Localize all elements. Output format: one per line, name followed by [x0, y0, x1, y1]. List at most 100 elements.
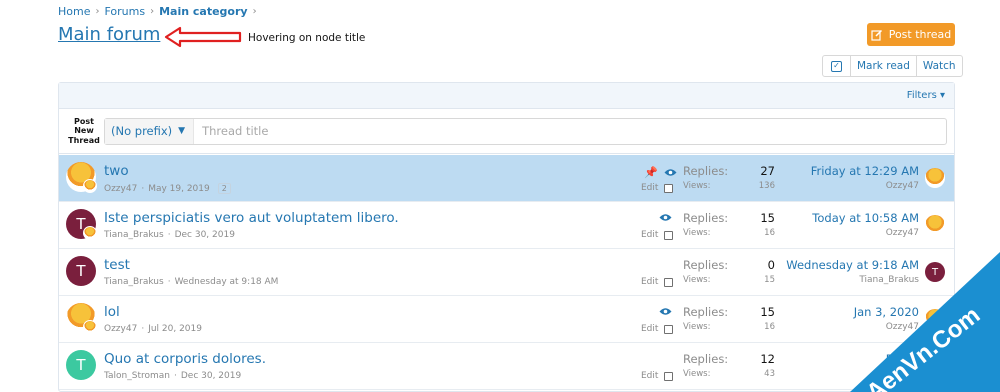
thread-date[interactable]: Dec 30, 2019	[175, 230, 235, 240]
prefix-select[interactable]: (No prefix) ▼	[105, 118, 195, 144]
select-toggle-button[interactable]: ✓	[823, 56, 850, 76]
last-post-avatar[interactable]: T	[925, 262, 945, 282]
views-count: 16	[764, 228, 775, 238]
replies-label: Replies:	[683, 211, 729, 225]
thread-meta: Ozzy47 · Jul 20, 2019	[104, 324, 202, 334]
last-post-date[interactable]: Wednesday at 9:18 AM	[786, 258, 919, 272]
forum-actions: ✓ Mark read Watch	[822, 55, 963, 77]
thread-stats: Replies: 15 Views: 16	[683, 305, 775, 332]
watch-button[interactable]: Watch	[915, 56, 962, 76]
chevron-right-icon: ›	[150, 6, 155, 17]
filter-bar: Filters ▾	[59, 83, 954, 109]
thread-title-field[interactable]: (No prefix) ▼ Thread title	[104, 117, 947, 145]
edit-link[interactable]: Edit	[641, 183, 658, 193]
mark-read-button[interactable]: Mark read	[850, 56, 916, 76]
select-checkbox[interactable]	[664, 230, 674, 240]
thread-author[interactable]: Ozzy47	[104, 184, 137, 194]
last-post-avatar[interactable]	[925, 356, 945, 376]
thread-date[interactable]: May 19, 2019	[148, 184, 210, 194]
edit-link[interactable]: Edit	[641, 277, 658, 287]
replies-count: 15	[760, 211, 775, 225]
edit-controls: Edit	[641, 277, 674, 287]
views-label: Views:	[683, 181, 711, 191]
post-thread-button[interactable]: Post thread	[867, 23, 955, 46]
breadcrumb-home[interactable]: Home	[58, 5, 90, 18]
chevron-right-icon: ›	[95, 6, 100, 17]
page-link[interactable]: 2	[217, 183, 231, 194]
pin-icon: 📌	[644, 166, 658, 179]
edit-link[interactable]: Edit	[641, 371, 658, 381]
thread-meta: Tiana_Brakus · Dec 30, 2019	[104, 230, 235, 240]
thread-date[interactable]: Dec 30, 2019	[181, 371, 241, 381]
filters-button[interactable]: Filters ▾	[907, 90, 945, 101]
edit-controls: Edit	[641, 183, 674, 193]
edit-controls: Edit	[641, 230, 674, 240]
last-post-user[interactable]: Ozzy47	[812, 228, 919, 238]
last-post-avatar[interactable]	[925, 309, 945, 329]
thread-row[interactable]: T Quo at corporis dolores. Talon_Stroman…	[59, 343, 954, 390]
thread-title[interactable]: test	[104, 257, 130, 273]
edit-link[interactable]: Edit	[641, 324, 658, 334]
replies-label: Replies:	[683, 352, 729, 366]
thread-stats: Replies: 12 Views: 43	[683, 352, 775, 379]
thread-row[interactable]: T test Tiana_Brakus · Wednesday at 9:18 AM…	[59, 249, 954, 296]
views-count: 136	[758, 181, 775, 191]
last-post-user[interactable]: Lail	[886, 369, 919, 379]
thread-stats: Replies: 27 Views: 136	[683, 164, 775, 191]
thread-meta: Tiana_Brakus · Wednesday at 9:18 AM	[104, 277, 279, 287]
avatar-small	[83, 179, 97, 193]
views-label: Views:	[683, 369, 711, 379]
page-title[interactable]: Main forum	[58, 24, 160, 45]
select-checkbox[interactable]	[664, 324, 674, 334]
thread-title-placeholder[interactable]: Thread title	[194, 124, 268, 138]
thread-date[interactable]: Wednesday at 9:18 AM	[175, 277, 279, 287]
thread-date[interactable]: Jul 20, 2019	[148, 324, 202, 334]
last-post-date[interactable]: Jan 3, 2020	[854, 305, 919, 319]
select-checkbox[interactable]	[664, 183, 674, 193]
thread-row[interactable]: T Iste perspiciatis vero aut voluptatem …	[59, 202, 954, 249]
thread-meta: Ozzy47 · May 19, 2019 2	[104, 183, 231, 194]
last-post-date[interactable]: Friday at 12:29 AM	[811, 164, 919, 178]
last-post-date[interactable]: Dec 3	[886, 352, 919, 366]
edit-link[interactable]: Edit	[641, 230, 658, 240]
thread-author[interactable]: Tiana_Brakus	[104, 277, 164, 287]
breadcrumb-main-category[interactable]: Main category	[159, 5, 248, 18]
thread-stats: Replies: 15 Views: 16	[683, 211, 775, 238]
last-post-avatar[interactable]	[925, 168, 945, 188]
thread-author[interactable]: Tiana_Brakus	[104, 230, 164, 240]
last-post: Today at 10:58 AM Ozzy47	[812, 211, 919, 238]
last-post-user[interactable]: Ozzy47	[854, 322, 919, 332]
thread-status-icons: 📌	[644, 166, 677, 179]
last-post-avatar[interactable]	[925, 215, 945, 235]
thread-title[interactable]: Iste perspiciatis vero aut voluptatem li…	[104, 210, 399, 226]
thread-row[interactable]: lol Ozzy47 · Jul 20, 2019 Edit Replies: 15 …	[59, 296, 954, 343]
select-checkbox[interactable]	[664, 371, 674, 381]
thread-title[interactable]: lol	[104, 304, 120, 320]
replies-count: 12	[760, 352, 775, 366]
avatar[interactable]: T	[66, 350, 96, 380]
quick-thread-label: Post New Thread	[68, 117, 100, 145]
thread-stats: Replies: 0 Views: 15	[683, 258, 775, 285]
thread-author[interactable]: Talon_Stroman	[104, 371, 170, 381]
checkbox-icon: ✓	[831, 60, 842, 72]
last-post-user[interactable]: Ozzy47	[811, 181, 919, 191]
annotation-text: Hovering on node title	[248, 32, 366, 44]
avatar[interactable]: T	[66, 256, 96, 286]
avatar-small	[83, 320, 97, 334]
thread-title[interactable]: two	[104, 163, 129, 179]
thread-title[interactable]: Quo at corporis dolores.	[104, 351, 266, 367]
last-post-date[interactable]: Today at 10:58 AM	[812, 211, 919, 225]
quick-thread-form: Post New Thread (No prefix) ▼ Thread title	[59, 109, 954, 154]
thread-author[interactable]: Ozzy47	[104, 324, 137, 334]
arrow-left-icon	[164, 26, 242, 48]
replies-label: Replies:	[683, 305, 729, 319]
last-post-user[interactable]: Tiana_Brakus	[786, 275, 919, 285]
thread-row[interactable]: two Ozzy47 · May 19, 2019 2 📌 Edit Replies:…	[59, 155, 954, 202]
select-checkbox[interactable]	[664, 277, 674, 287]
filters-label: Filters	[906, 90, 937, 101]
edit-controls: Edit	[641, 371, 674, 381]
caret-down-icon: ▾	[939, 90, 945, 101]
replies-count: 15	[760, 305, 775, 319]
breadcrumb-forums[interactable]: Forums	[104, 5, 145, 18]
edit-icon	[871, 29, 882, 41]
